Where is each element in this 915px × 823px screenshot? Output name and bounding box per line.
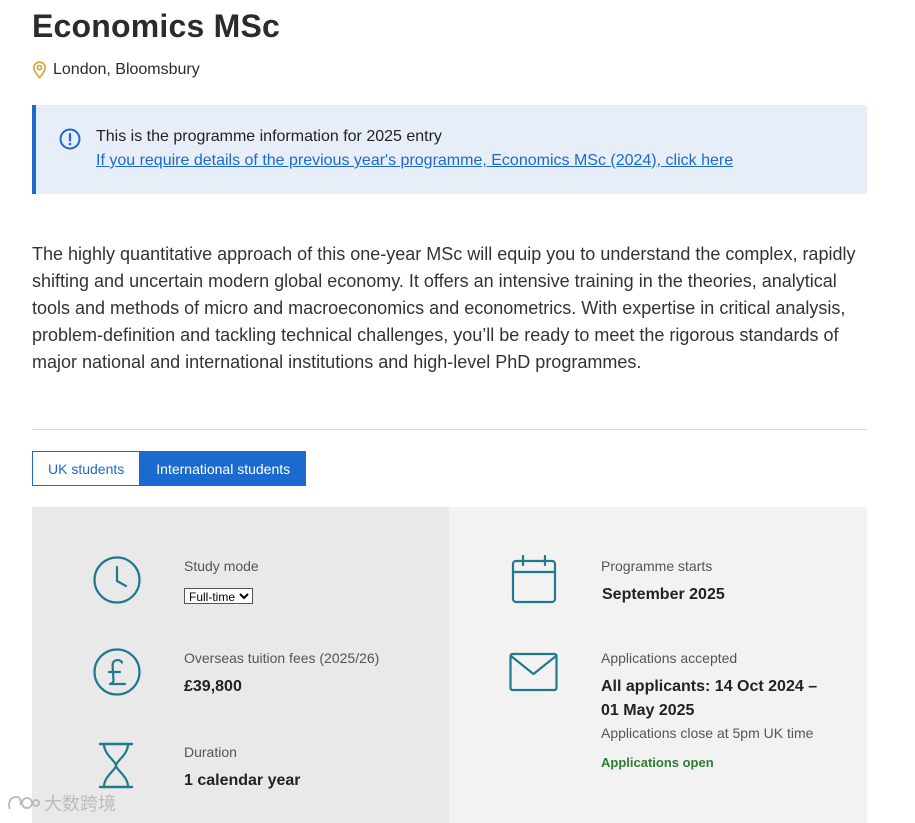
pound-icon xyxy=(93,648,141,696)
study-mode-select[interactable]: Full-time xyxy=(184,588,253,604)
page-title: Economics MSc xyxy=(32,8,281,44)
clock-icon xyxy=(93,556,141,604)
applications-dates-line1: All applicants: 14 Oct 2024 – xyxy=(601,678,818,695)
info-circle-icon xyxy=(59,128,81,150)
hourglass-icon xyxy=(98,742,134,789)
location-text: London, Bloomsbury xyxy=(53,61,200,78)
tuition-fees-value: £39,800 xyxy=(184,678,242,695)
tab-international-students[interactable]: International students xyxy=(140,451,307,486)
duration-value: 1 calendar year xyxy=(184,772,301,789)
banner-info-text: This is the programme information for 20… xyxy=(96,128,442,145)
watermark: 大数跨境 xyxy=(6,790,116,816)
applications-dates-line2: 01 May 2025 xyxy=(601,702,695,719)
tuition-fees-label: Overseas tuition fees (2025/26) xyxy=(184,650,380,666)
study-mode-label: Study mode xyxy=(184,558,259,574)
tab-uk-students[interactable]: UK students xyxy=(32,451,141,486)
watermark-text: 大数跨境 xyxy=(44,794,116,815)
location: London, Bloomsbury xyxy=(32,61,200,79)
key-facts-left-panel: Study mode Full-time Overseas tuition fe… xyxy=(32,507,449,823)
calendar-icon xyxy=(511,555,557,604)
previous-year-link[interactable]: If you require details of the previous y… xyxy=(96,152,733,170)
programme-starts-value: September 2025 xyxy=(602,586,725,603)
programme-starts-label: Programme starts xyxy=(601,558,713,574)
applications-label: Applications accepted xyxy=(601,650,738,666)
fee-status-tabs: UK students International students xyxy=(32,451,307,486)
applications-status-badge: Applications open xyxy=(601,755,714,770)
duration-label: Duration xyxy=(184,744,237,760)
applications-close-note: Applications close at 5pm UK time xyxy=(601,725,814,741)
divider xyxy=(32,429,867,430)
map-pin-icon xyxy=(32,61,47,79)
intro-paragraph: The highly quantitative approach of this… xyxy=(32,244,856,372)
watermark-logo-icon xyxy=(8,795,40,810)
envelope-icon xyxy=(509,652,558,692)
key-facts-right-panel: Programme starts September 2025 Applicat… xyxy=(449,507,867,823)
info-banner: This is the programme information for 20… xyxy=(32,105,867,194)
